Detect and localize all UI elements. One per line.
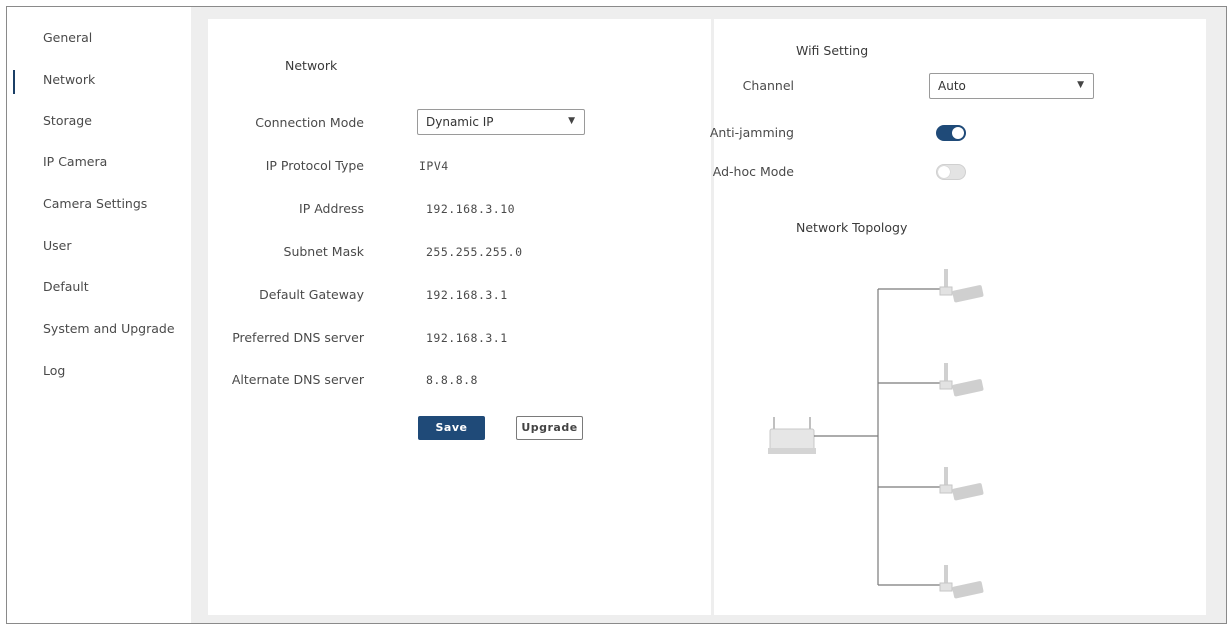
subnet-mask-value: 255.255.255.0 — [426, 245, 523, 259]
channel-select[interactable]: Auto ▼ — [929, 73, 1094, 99]
network-section-title: Network — [285, 58, 338, 73]
camera-icon — [939, 363, 984, 397]
channel-value: Auto — [938, 79, 966, 93]
adhoc-mode-label: Ad-hoc Mode — [712, 164, 794, 179]
preferred-dns-label: Preferred DNS server — [232, 330, 364, 345]
router-icon — [768, 417, 816, 454]
connection-mode-select[interactable]: Dynamic IP ▼ — [417, 109, 585, 135]
save-button[interactable]: Save — [418, 416, 485, 440]
settings-window: General Network Storage IP Camera Camera… — [6, 6, 1227, 624]
wifi-section-title: Wifi Setting — [796, 43, 869, 58]
preferred-dns-value: 192.168.3.1 — [426, 331, 508, 345]
connection-mode-value: Dynamic IP — [426, 115, 494, 129]
default-gateway-label: Default Gateway — [259, 287, 364, 302]
toggle-knob — [938, 166, 950, 178]
main-content: Network Connection Mode Dynamic IP ▼ IP … — [191, 7, 1226, 623]
camera-icon — [939, 467, 984, 501]
ip-protocol-type-label: IP Protocol Type — [265, 158, 364, 173]
sidebar-item-default[interactable]: Default — [43, 279, 89, 294]
anti-jamming-toggle[interactable] — [936, 125, 966, 141]
alternate-dns-label: Alternate DNS server — [231, 372, 364, 387]
sidebar-item-ip-camera[interactable]: IP Camera — [43, 154, 107, 169]
chevron-down-icon: ▼ — [1077, 80, 1084, 90]
sidebar-item-user[interactable]: User — [43, 238, 72, 253]
anti-jamming-label: Anti-jamming — [709, 125, 794, 140]
sidebar: General Network Storage IP Camera Camera… — [7, 7, 191, 623]
upgrade-button[interactable]: Upgrade — [516, 416, 583, 440]
alternate-dns-value: 8.8.8.8 — [426, 373, 478, 387]
sidebar-item-system-and-upgrade[interactable]: System and Upgrade — [43, 321, 175, 336]
ip-protocol-type-value: IPV4 — [419, 159, 449, 173]
adhoc-mode-toggle[interactable] — [936, 164, 966, 180]
sidebar-item-general[interactable]: General — [43, 30, 92, 45]
ip-address-value: 192.168.3.10 — [426, 202, 516, 216]
sidebar-item-camera-settings[interactable]: Camera Settings — [43, 196, 147, 211]
sidebar-item-network[interactable]: Network — [43, 72, 95, 87]
sidebar-item-log[interactable]: Log — [43, 363, 65, 378]
topology-links — [814, 288, 942, 586]
network-topology-title: Network Topology — [796, 220, 908, 235]
ip-address-label: IP Address — [299, 201, 364, 216]
chevron-down-icon: ▼ — [568, 116, 575, 126]
network-topology-diagram — [768, 269, 984, 599]
channel-label: Channel — [742, 78, 794, 93]
camera-icon — [939, 565, 984, 599]
wifi-panel: Wifi Setting Channel Auto ▼ Anti-jamming… — [710, 19, 1206, 615]
sidebar-item-storage[interactable]: Storage — [43, 113, 92, 128]
camera-icon — [939, 269, 984, 303]
subnet-mask-label: Subnet Mask — [283, 244, 364, 259]
network-panel: Network Connection Mode Dynamic IP ▼ IP … — [208, 19, 711, 615]
connection-mode-label: Connection Mode — [255, 115, 364, 130]
default-gateway-value: 192.168.3.1 — [426, 288, 508, 302]
toggle-knob — [952, 127, 964, 139]
active-nav-indicator — [13, 70, 15, 94]
